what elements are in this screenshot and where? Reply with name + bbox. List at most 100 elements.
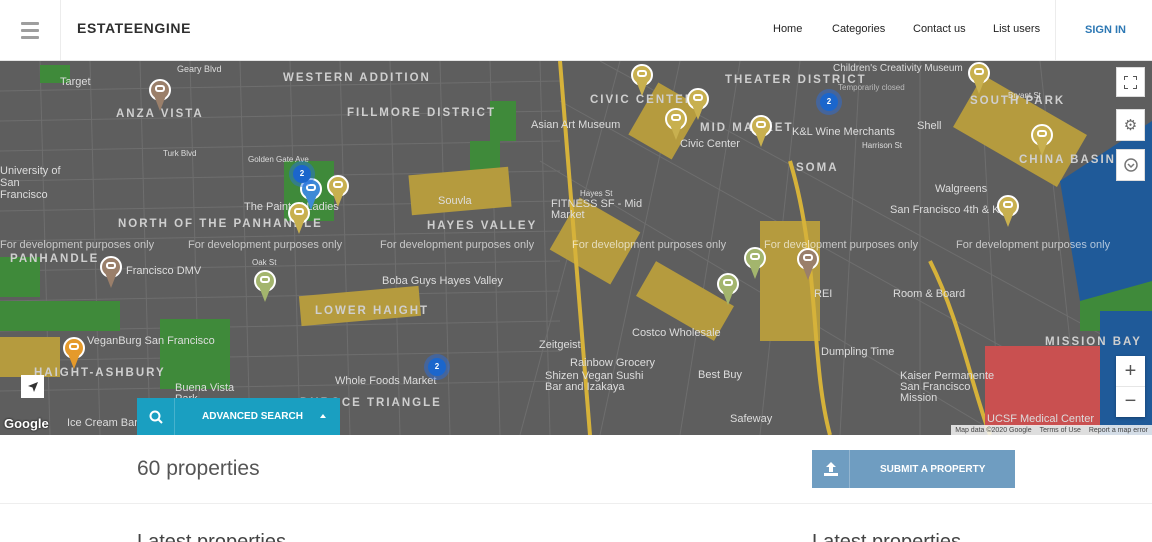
hamburger-menu-button[interactable] (0, 0, 61, 60)
area-label: SOMA (796, 162, 839, 174)
place-label: Rainbow Grocery (570, 357, 655, 369)
property-pin[interactable] (62, 337, 86, 373)
area-label: MID MARKET (700, 122, 794, 134)
submit-property-label: SUBMIT A PROPERTY (880, 463, 986, 475)
property-pin[interactable] (967, 62, 991, 98)
property-map[interactable]: WESTERN ADDITION FILLMORE DISTRICT ANZA … (0, 61, 1152, 435)
place-label: University of San Francisco (0, 165, 61, 201)
place-label: Civic Center (680, 138, 740, 150)
place-label: Target (60, 76, 91, 88)
street-label: Geary Blvd (177, 64, 222, 74)
map-attribution: Map data ©2020 Google Terms of Use Repor… (951, 425, 1152, 435)
terms-link[interactable]: Terms of Use (1040, 427, 1081, 434)
street-label: Turk Blvd (163, 149, 197, 158)
property-pin[interactable] (796, 248, 820, 284)
nav-list-users[interactable]: List users (993, 23, 1040, 35)
place-label: Shizen Vegan Sushi Bar and Izakaya (545, 370, 644, 393)
place-label: Boba Guys Hayes Valley (382, 275, 503, 287)
place-label: Best Buy (698, 369, 743, 381)
area-label: WESTERN ADDITION (283, 72, 431, 84)
area-label: LOWER HAIGHT (315, 305, 430, 317)
menu-bar (21, 21, 39, 25)
dev-watermark: For development purposes only (0, 239, 155, 251)
latest-properties-heading: Latest properties (812, 531, 961, 542)
place-label: Shell (917, 120, 942, 132)
menu-bar (21, 35, 39, 39)
download-icon (1123, 158, 1138, 172)
property-pin[interactable] (99, 256, 123, 292)
property-pin[interactable] (716, 273, 740, 309)
place-label: Francisco DMV (126, 265, 202, 277)
nav-contact-us[interactable]: Contact us (913, 23, 966, 35)
sign-in-link[interactable]: SIGN IN (1085, 24, 1126, 36)
street-label: Harrison St (862, 141, 903, 150)
property-pin[interactable] (148, 79, 172, 115)
property-pin[interactable] (686, 88, 710, 124)
my-location-button[interactable] (21, 375, 44, 398)
property-pin[interactable] (664, 108, 688, 144)
place-label: K&L Wine Merchants (792, 126, 895, 138)
area-label: FILLMORE DISTRICT (347, 107, 496, 119)
place-label: Kaiser Permanente San Francisco Mission (900, 370, 995, 404)
area-label: HAIGHT-ASHBURY (34, 367, 166, 379)
property-count: 60 properties (137, 457, 260, 480)
download-button[interactable] (1116, 149, 1145, 181)
place-label: Safeway (730, 413, 773, 425)
navigation-arrow-icon (27, 381, 38, 392)
submit-property-button[interactable]: SUBMIT A PROPERTY (812, 450, 1015, 488)
property-pin[interactable] (287, 202, 311, 238)
property-pin[interactable] (996, 195, 1020, 231)
marker-cluster[interactable]: 2 (820, 93, 838, 111)
site-logo[interactable]: ESTATEENGINE (77, 20, 191, 36)
property-pin[interactable] (326, 175, 350, 211)
fullscreen-icon (1124, 75, 1137, 89)
place-label: REI (814, 288, 833, 300)
area-label: MISSION BAY (1045, 336, 1142, 348)
zoom-in-button[interactable]: + (1116, 356, 1145, 386)
street-label: Golden Gate Ave (248, 155, 309, 164)
menu-bar (21, 28, 39, 32)
property-pin[interactable] (1030, 124, 1054, 160)
place-label: UCSF Medical Center (987, 413, 1094, 425)
settings-button[interactable]: ⚙ (1116, 109, 1145, 141)
street-label: Hayes St (580, 189, 613, 198)
nav-home[interactable]: Home (773, 23, 802, 35)
nav-categories[interactable]: Categories (832, 23, 885, 35)
dev-watermark: For development purposes only (188, 239, 343, 251)
dev-watermark: For development purposes only (572, 239, 727, 251)
report-error-link[interactable]: Report a map error (1089, 427, 1148, 434)
upload-icon (812, 450, 850, 488)
place-label: Room & Board (893, 288, 966, 300)
property-pin[interactable] (743, 247, 767, 283)
property-pin[interactable] (253, 270, 277, 306)
advanced-search-toggle[interactable]: ADVANCED SEARCH (137, 398, 340, 435)
area-label: HAYES VALLEY (427, 220, 538, 232)
zoom-out-button[interactable]: − (1116, 386, 1145, 416)
property-pin[interactable] (630, 64, 654, 100)
google-logo: Google (4, 416, 49, 431)
dev-watermark: For development purposes only (956, 239, 1111, 251)
fullscreen-button[interactable] (1116, 67, 1145, 97)
marker-cluster[interactable]: 2 (293, 165, 311, 183)
search-icon (137, 398, 175, 435)
place-label: VeganBurg San Francisco (87, 335, 215, 347)
dev-watermark: For development purposes only (764, 239, 919, 251)
place-label: Costco Wholesale (632, 327, 721, 339)
nav-divider (1055, 0, 1056, 60)
marker-cluster[interactable]: 2 (428, 358, 446, 376)
site-header: ESTATEENGINE Home Categories Contact us … (0, 0, 1152, 61)
place-label: Children's Creativity Museum (833, 63, 963, 74)
place-label: Zeitgeist (539, 339, 581, 351)
place-label: FITNESS SF - Mid Market (551, 198, 643, 221)
section-divider (0, 503, 1152, 504)
gears-icon: ⚙ (1123, 117, 1138, 134)
property-pin[interactable] (749, 115, 773, 151)
street-label: Oak St (252, 258, 277, 267)
advanced-search-label: ADVANCED SEARCH (202, 411, 303, 422)
street-label: Bryant St (1008, 91, 1041, 100)
place-label: Ice Cream Bar (67, 417, 138, 429)
place-label: Asian Art Museum (531, 119, 621, 131)
place-label: Souvla (438, 195, 472, 207)
latest-properties-heading: Latest properties (137, 531, 286, 542)
place-label: Dumpling Time (821, 346, 895, 358)
